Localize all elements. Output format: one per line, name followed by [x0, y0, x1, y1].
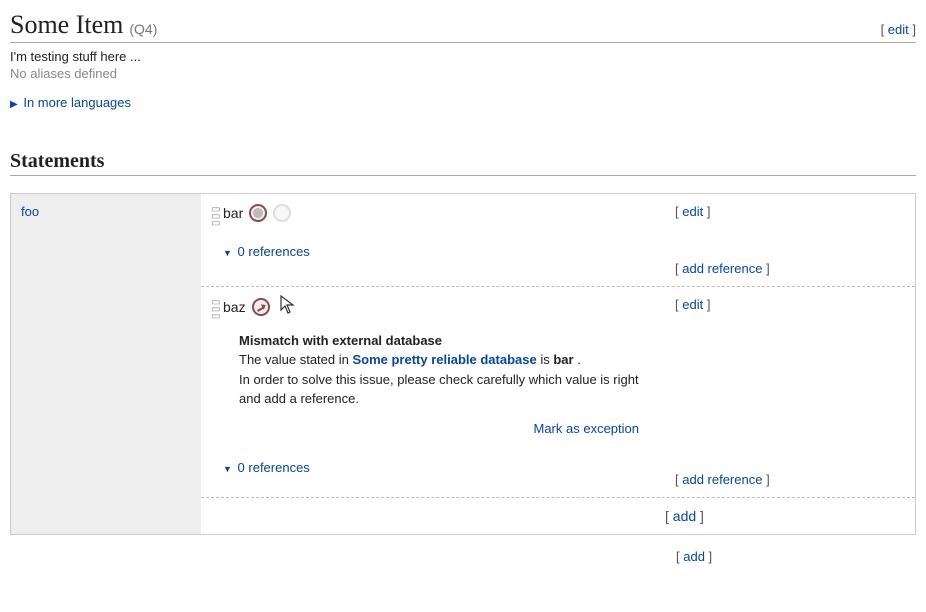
- add-value-link[interactable]: add: [673, 508, 696, 524]
- statement-row: ▭▭▭ bar ▼ 0 references [ edit ] [ add re…: [201, 194, 915, 286]
- statements-heading: Statements: [10, 150, 916, 176]
- cursor-icon: [280, 297, 296, 317]
- property-link-foo[interactable]: foo: [21, 204, 39, 219]
- item-id: (Q4): [129, 21, 157, 37]
- mismatch-text: The value stated in Some pretty reliable…: [239, 350, 639, 370]
- external-db-link[interactable]: Some pretty reliable database: [352, 352, 536, 367]
- add-reference-link[interactable]: add reference: [682, 472, 762, 487]
- chevron-down-icon: ▼: [223, 248, 232, 258]
- save-icon[interactable]: [249, 204, 267, 222]
- mismatch-title: Mismatch with external database: [239, 331, 639, 351]
- statement-row: ▭▭▭ baz Mismatch with external database …: [201, 286, 915, 497]
- add-statement-row: [ add ]: [201, 497, 915, 534]
- add-reference-link[interactable]: add reference: [682, 261, 762, 276]
- edit-statement-link[interactable]: edit: [682, 297, 703, 312]
- statement-value: baz: [223, 299, 246, 315]
- disabled-icon: [273, 204, 291, 222]
- mark-exception-link[interactable]: Mark as exception: [534, 421, 640, 436]
- statement-group: foo ▭▭▭ bar ▼ 0 references [ edit ]: [10, 193, 916, 535]
- drag-handle-icon[interactable]: ▭▭▭: [211, 204, 223, 276]
- item-aliases: No aliases defined: [10, 66, 916, 81]
- add-statement-link[interactable]: add: [683, 549, 705, 564]
- chevron-down-icon: ▼: [223, 464, 232, 474]
- mismatch-warning: Mismatch with external database The valu…: [239, 331, 639, 439]
- chevron-right-icon: ▶: [10, 99, 18, 110]
- item-description: I'm testing stuff here ...: [10, 49, 916, 64]
- references-toggle[interactable]: ▼ 0 references: [223, 244, 669, 259]
- statement-value: bar: [223, 205, 243, 221]
- drag-handle-icon[interactable]: ▭▭▭: [211, 297, 223, 487]
- more-languages-link[interactable]: In more languages: [23, 95, 131, 110]
- mismatch-resolution: In order to solve this issue, please che…: [239, 370, 639, 409]
- header-edit-link[interactable]: edit: [888, 22, 909, 37]
- external-link-icon[interactable]: [252, 298, 270, 316]
- references-toggle[interactable]: ▼ 0 references: [223, 460, 669, 475]
- page-title: Some Item: [10, 10, 123, 40]
- edit-statement-link[interactable]: edit: [682, 204, 703, 219]
- header-edit[interactable]: [ edit ]: [881, 22, 916, 37]
